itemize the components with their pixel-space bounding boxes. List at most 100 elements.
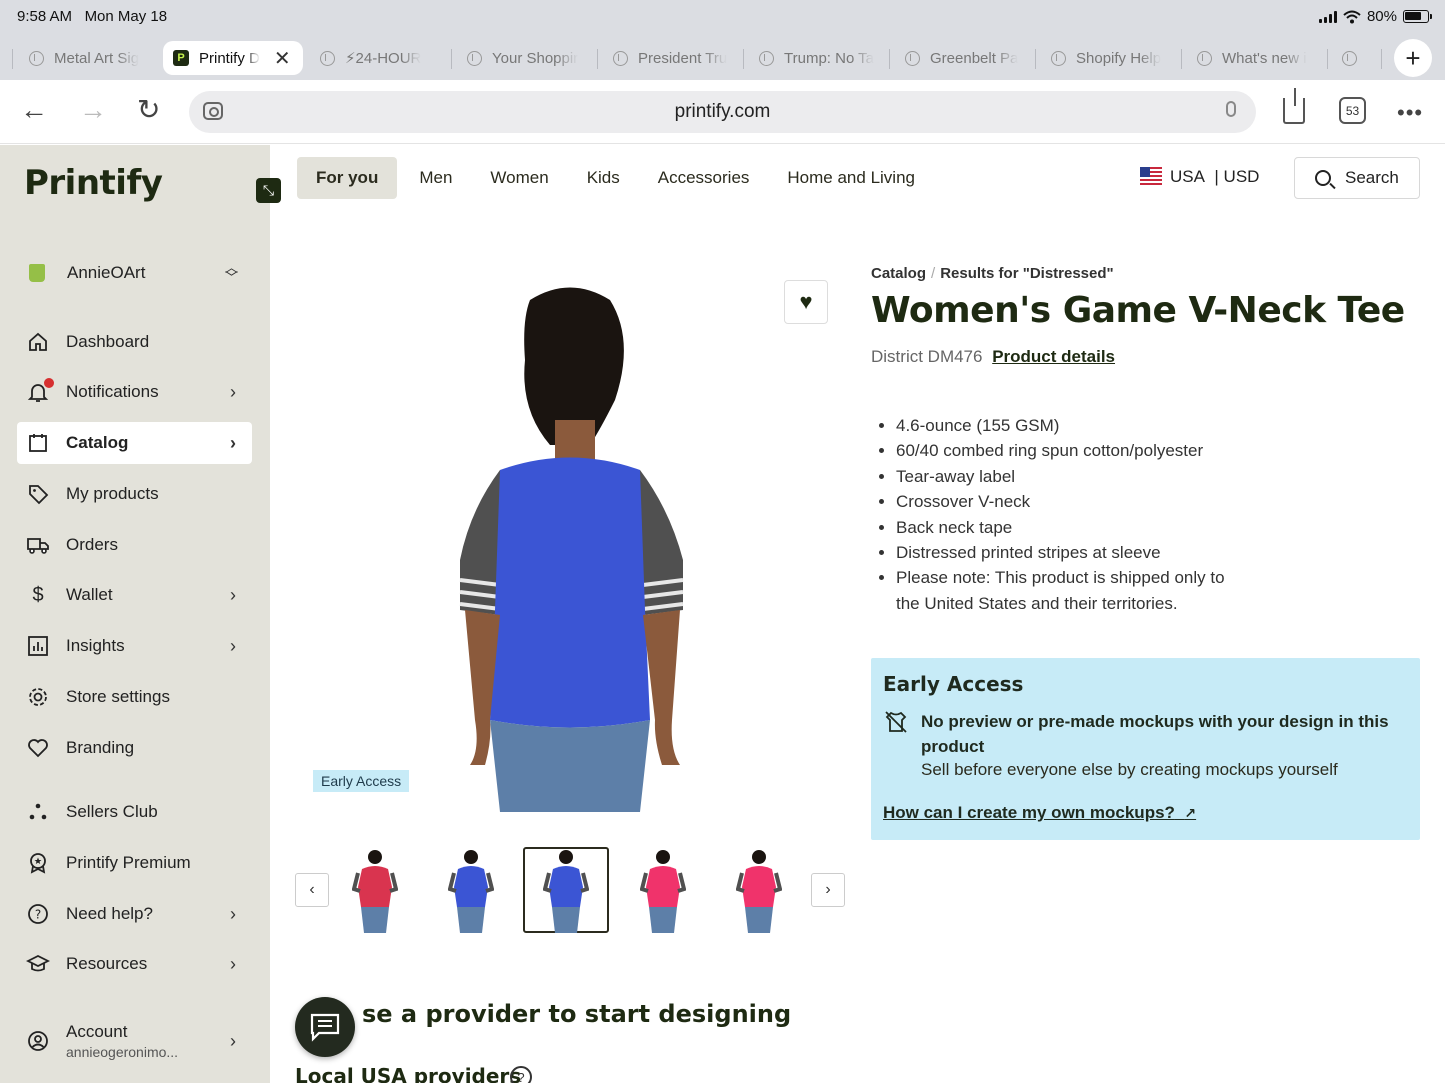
- feature-item: 4.6-ounce (155 GSM): [896, 413, 1241, 438]
- category-nav: For you Men Women Kids Accessories Home …: [297, 157, 934, 199]
- globe-icon: [1342, 50, 1357, 66]
- chevron-right-icon: ›: [230, 381, 236, 402]
- user-icon: [26, 1029, 50, 1053]
- category-women[interactable]: Women: [471, 157, 567, 199]
- globe-icon: [467, 50, 482, 66]
- product-features-list: 4.6-ounce (155 GSM) 60/40 combed ring sp…: [896, 413, 1241, 616]
- category-men[interactable]: Men: [400, 157, 471, 199]
- breadcrumb-catalog[interactable]: Catalog: [871, 265, 926, 282]
- category-home-and-living[interactable]: Home and Living: [768, 157, 934, 199]
- chat-button[interactable]: [295, 997, 355, 1057]
- chevron-right-icon: ›: [230, 432, 236, 453]
- more-icon[interactable]: •••: [1397, 100, 1423, 126]
- chevron-right-icon: ›: [230, 1030, 236, 1051]
- browser-tab[interactable]: Greenbelt Pa: [905, 41, 1023, 75]
- carousel-next-button[interactable]: ›: [811, 873, 845, 907]
- browser-tab[interactable]: Shopify Help: [1051, 41, 1169, 75]
- product-title: Women's Game V-Neck Tee: [871, 290, 1405, 331]
- signal-icon: [1318, 10, 1337, 23]
- help-icon: ?: [26, 902, 50, 926]
- sidebar-item-branding[interactable]: Branding: [17, 727, 252, 769]
- globe-icon: [320, 50, 335, 66]
- early-access-message: No preview or pre-made mockups with your…: [921, 712, 1389, 756]
- sidebar-item-orders[interactable]: Orders: [17, 524, 252, 566]
- sidebar-item-resources[interactable]: Resources ›: [17, 943, 252, 985]
- product-main-image[interactable]: [440, 280, 700, 812]
- early-access-tag: Early Access: [313, 770, 410, 792]
- sidebar-item-dashboard[interactable]: Dashboard: [17, 321, 252, 363]
- category-for-you[interactable]: For you: [297, 157, 398, 199]
- new-tab-button[interactable]: +: [1394, 39, 1432, 77]
- category-accessories[interactable]: Accessories: [639, 157, 769, 199]
- catalog-icon: [26, 431, 50, 455]
- address-bar: ← → ↻ printify.com 53 •••: [0, 80, 1445, 144]
- product-brand: District DM476 Product details: [871, 347, 1116, 366]
- status-bar: 9:58 AM Mon May 18 80%: [0, 0, 1445, 34]
- search-icon: [1315, 170, 1331, 186]
- svg-text:?: ?: [35, 908, 41, 922]
- browser-tab[interactable]: Metal Art Sig: [29, 41, 147, 75]
- tab-count-button[interactable]: 53: [1339, 97, 1366, 124]
- product-thumbnail[interactable]: [428, 847, 514, 933]
- browser-tab[interactable]: Your Shoppir: [467, 41, 585, 75]
- feature-item: Crossover V-neck: [896, 489, 1241, 514]
- store-selector[interactable]: AnnieOArt ︿ ﹀: [17, 250, 252, 296]
- browser-tab[interactable]: [1342, 41, 1366, 75]
- mockups-help-link[interactable]: How can I create my own mockups? ↗: [883, 803, 1196, 823]
- external-link-icon: ↗: [1184, 805, 1197, 821]
- share-icon[interactable]: [1283, 88, 1305, 124]
- browser-tab[interactable]: What's new i: [1197, 41, 1315, 75]
- shopify-icon: [29, 264, 45, 282]
- product-thumbnail[interactable]: [332, 847, 418, 933]
- chevron-right-icon: ›: [230, 635, 236, 656]
- chart-icon: [26, 634, 50, 658]
- search-button[interactable]: Search: [1294, 157, 1420, 199]
- browser-tab-active[interactable]: P Printify D ✕: [163, 41, 303, 75]
- browser-tab[interactable]: President Tru: [613, 41, 731, 75]
- feature-item: Tear-away label: [896, 464, 1241, 489]
- microphone-icon[interactable]: [1226, 101, 1236, 117]
- sidebar-item-store-settings[interactable]: Store settings: [17, 676, 252, 718]
- chat-icon: [310, 1013, 340, 1042]
- breadcrumb-results[interactable]: Results for "Distressed": [940, 265, 1113, 282]
- category-kids[interactable]: Kids: [568, 157, 639, 199]
- region-selector[interactable]: USA | USD: [1140, 167, 1259, 187]
- globe-icon: [613, 50, 628, 66]
- truck-icon: [26, 533, 50, 557]
- close-tab-icon[interactable]: ✕: [274, 46, 291, 71]
- sidebar-item-notifications[interactable]: Notifications ›: [17, 371, 252, 413]
- home-icon: [26, 330, 50, 354]
- product-thumbnail[interactable]: [716, 847, 802, 933]
- globe-icon: [905, 50, 920, 66]
- reload-button[interactable]: ↻: [137, 95, 160, 125]
- choose-provider-heading: se a provider to start designing: [362, 1000, 792, 1028]
- printify-logo[interactable]: Printify: [24, 163, 163, 203]
- sidebar-item-printify-premium[interactable]: Printify Premium: [17, 842, 252, 884]
- favorite-heart-button[interactable]: ♥: [784, 280, 828, 324]
- help-icon[interactable]: ?: [510, 1066, 532, 1083]
- status-time: 9:58 AM Mon May 18: [17, 8, 168, 25]
- product-thumbnail-selected[interactable]: [523, 847, 609, 933]
- collapse-sidebar-button[interactable]: ⤡: [256, 178, 281, 203]
- product-thumbnail[interactable]: [620, 847, 706, 933]
- back-button[interactable]: ←: [20, 95, 48, 125]
- dollar-icon: $: [32, 583, 44, 606]
- carousel-prev-button[interactable]: ‹: [295, 873, 329, 907]
- sidebar-item-catalog[interactable]: Catalog ›: [17, 422, 252, 464]
- forward-button[interactable]: →: [79, 95, 107, 125]
- no-mockup-shirt-icon: [884, 710, 908, 734]
- sidebar-item-my-products[interactable]: My products: [17, 473, 252, 515]
- url-field[interactable]: printify.com: [189, 91, 1256, 133]
- globe-icon: [29, 50, 44, 66]
- sidebar-item-insights[interactable]: Insights ›: [17, 625, 252, 667]
- product-details-link[interactable]: Product details: [992, 347, 1115, 366]
- sidebar-item-account[interactable]: Account annieogeronimo... ›: [17, 1018, 252, 1064]
- browser-tab[interactable]: ⚡24-HOUR: [320, 41, 438, 75]
- sidebar-item-need-help[interactable]: ? Need help? ›: [17, 893, 252, 935]
- sidebar-item-wallet[interactable]: $ Wallet ›: [17, 574, 252, 616]
- sidebar-item-sellers-club[interactable]: Sellers Club: [17, 791, 252, 833]
- heart-icon: [26, 736, 50, 760]
- battery-icon: [1403, 10, 1432, 23]
- badge-icon: [26, 851, 50, 875]
- browser-tab[interactable]: Trump: No Ta: [759, 41, 877, 75]
